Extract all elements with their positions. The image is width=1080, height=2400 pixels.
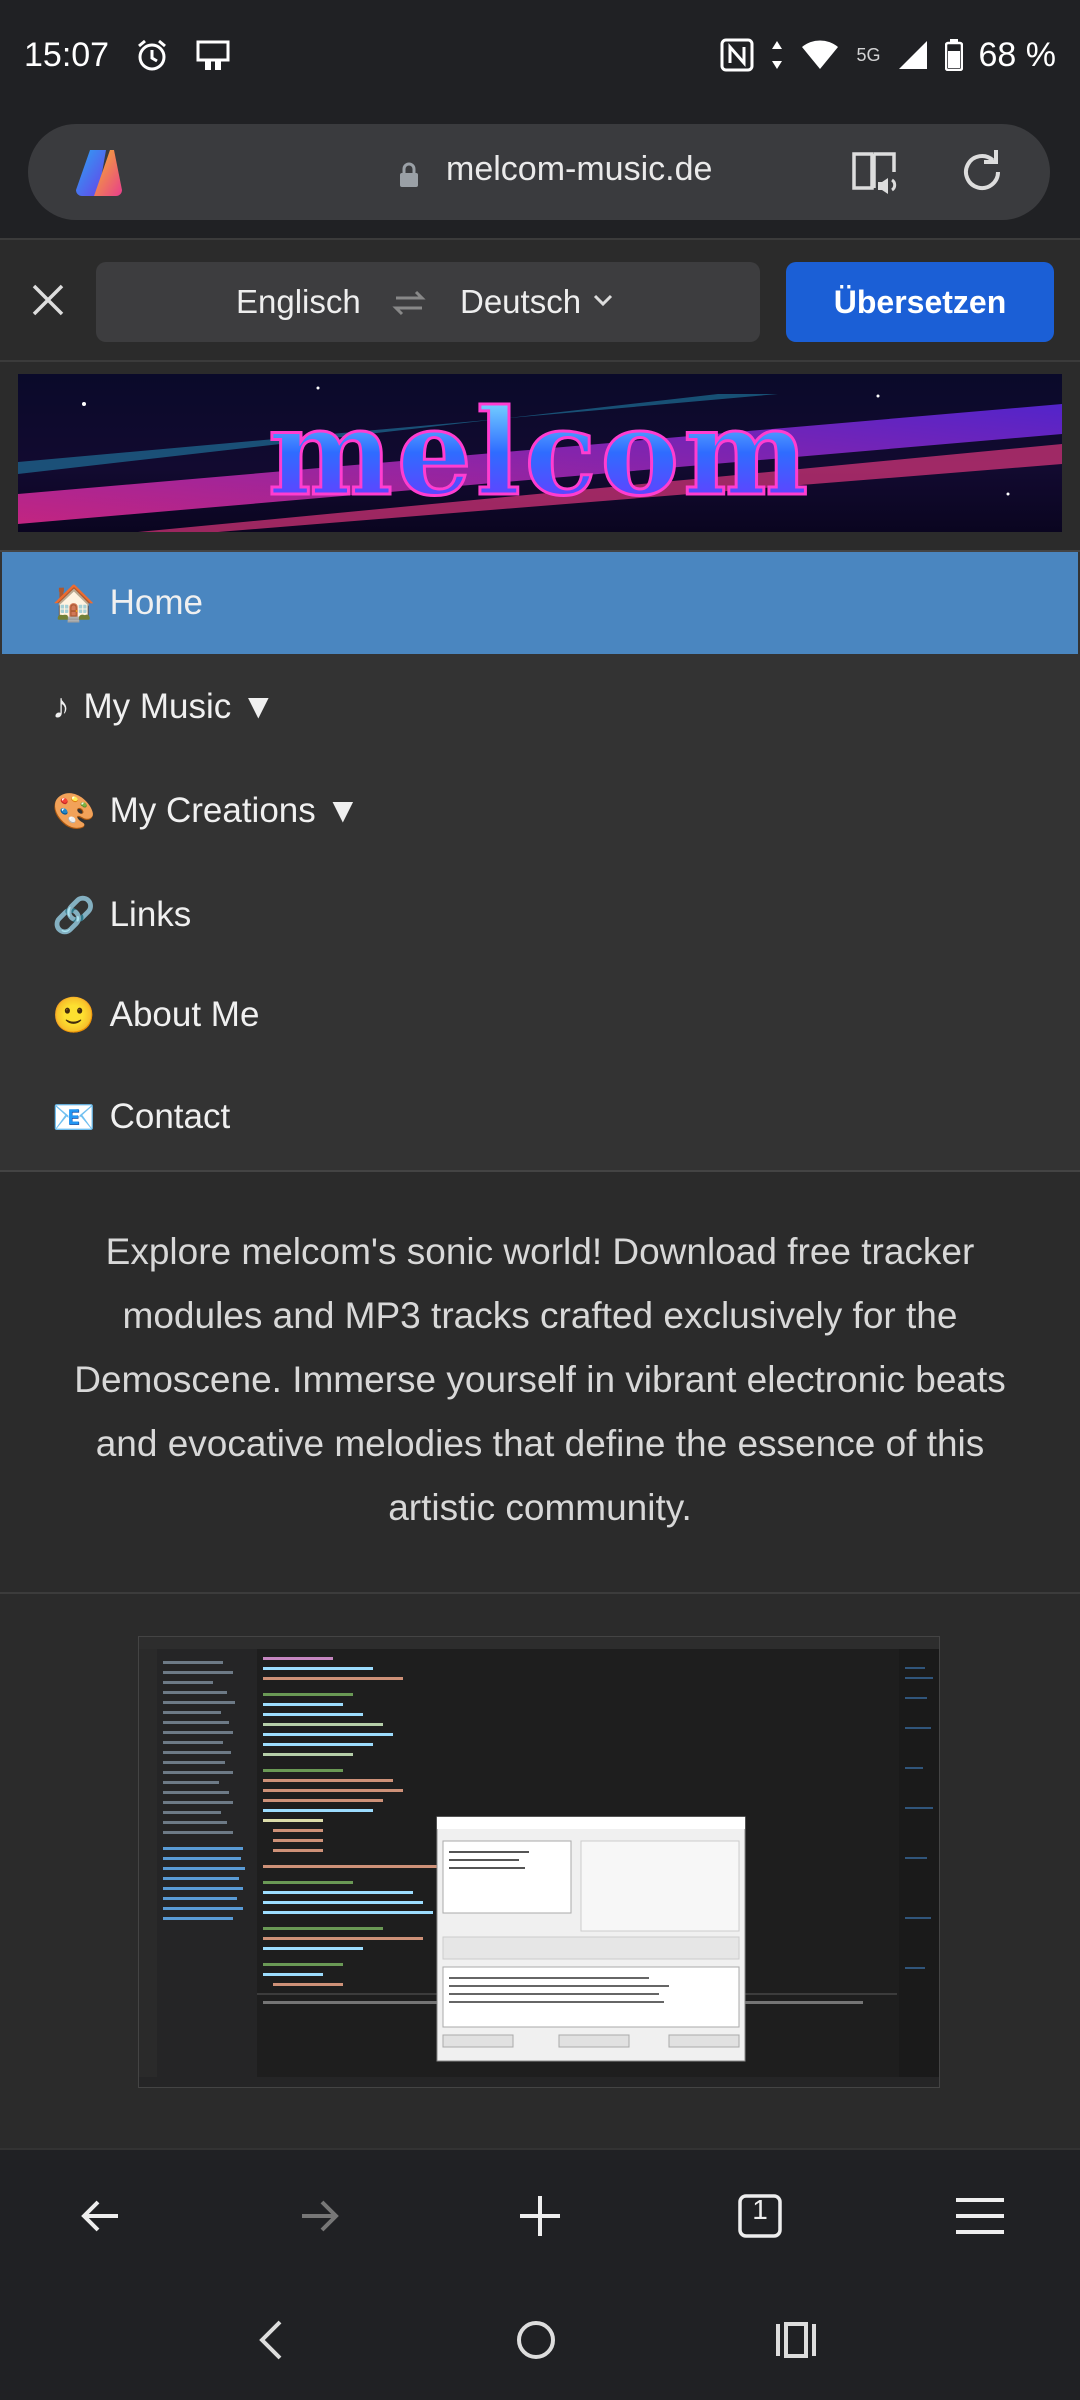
tab-count: 1 [752,2194,768,2225]
status-bar: 15:07 5G 68 % [0,0,1080,110]
site-navigation: 🏠 Home ♪ My Music ▼ 🎨 My Creations ▼ 🔗 L… [0,550,1080,1172]
email-icon: 📧 [52,1097,96,1137]
wifi-icon [800,39,840,71]
menu-icon[interactable] [944,2180,1016,2252]
lock-icon [398,162,420,193]
nfc-icon [720,38,754,72]
smiley-icon: 🙂 [52,995,96,1035]
nav-item-links[interactable]: 🔗 Links [2,864,1078,966]
read-aloud-icon[interactable] [848,144,904,205]
intro-paragraph: Explore melcom's sonic world! Download f… [74,1231,1006,1528]
data-transfer-icon [770,38,784,72]
close-icon[interactable] [28,280,68,325]
url-text[interactable]: melcom-music.de [446,150,712,189]
system-back-icon[interactable] [240,2310,300,2370]
link-icon: 🔗 [52,895,96,935]
palette-icon: 🎨 [52,791,96,831]
chevron-down-icon[interactable] [592,292,614,313]
swap-languages-icon[interactable] [392,286,426,325]
nav-item-label: Contact [109,1097,231,1136]
translate-button[interactable]: Übersetzen [786,262,1054,342]
nav-item-label: Home [109,583,203,622]
back-icon[interactable] [64,2180,136,2252]
network-type: 5G [856,44,881,65]
app-notification-icon [195,38,231,72]
nav-item-contact[interactable]: 📧 Contact [2,1066,1078,1168]
forward-icon[interactable] [284,2180,356,2252]
house-icon: 🏠 [52,583,96,623]
nav-item-label: My Creations ▼ [109,791,361,830]
system-recents-icon[interactable] [766,2310,826,2370]
reload-icon[interactable] [954,144,1010,205]
nav-item-label: My Music ▼ [83,687,276,726]
nav-item-my-music[interactable]: ♪ My Music ▼ [2,656,1078,758]
nav-item-about-me[interactable]: 🙂 About Me [2,964,1078,1066]
browser-bottom-toolbar: 1 [0,2148,1080,2280]
nav-item-label: About Me [109,995,260,1034]
tabs-icon[interactable]: 1 [724,2180,796,2252]
new-tab-icon[interactable] [504,2180,576,2252]
system-home-icon[interactable] [506,2310,566,2370]
copilot-icon[interactable] [72,146,126,200]
battery-icon [944,39,963,71]
source-language[interactable]: Englisch [236,283,361,321]
battery-percent: 68 % [978,35,1057,74]
target-language[interactable]: Deutsch [460,283,581,321]
translate-bar: Englisch Deutsch Übersetzen [0,238,1080,362]
address-bar[interactable]: melcom-music.de [28,124,1050,220]
music-note-icon: ♪ [52,687,70,726]
logo-text: melcom [268,383,812,522]
status-time: 15:07 [24,35,110,74]
nav-item-home[interactable]: 🏠 Home [2,552,1078,654]
system-navigation-bar [0,2280,1080,2400]
signal-icon [897,39,929,71]
language-selector: Englisch Deutsch [96,262,760,342]
alarm-icon [135,38,169,72]
site-logo-banner[interactable]: melcom [18,374,1062,532]
nav-item-label: Links [109,895,192,934]
browser-address-area: melcom-music.de [0,110,1080,238]
divider [0,1592,1080,1594]
editor-screenshot-image[interactable] [138,1636,940,2088]
nav-item-my-creations[interactable]: 🎨 My Creations ▼ [2,760,1078,862]
